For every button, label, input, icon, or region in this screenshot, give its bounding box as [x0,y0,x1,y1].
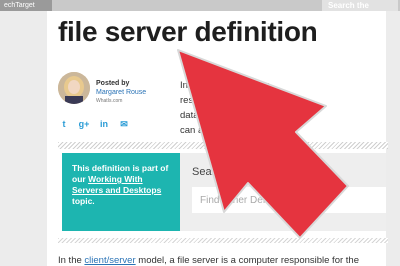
body-line-3: data omputers on the sam [180,110,291,121]
body-bottom-line: In the client/server model, a file serve… [58,255,359,266]
page-title: file server definition [58,16,318,47]
author-site: WhatIs.com [96,98,123,104]
linkedin-icon[interactable]: in [98,118,110,130]
twitter-icon[interactable]: t [58,118,70,130]
posted-by-label: Posted by [96,80,130,87]
top-search-tab[interactable]: Search the [322,0,398,11]
client-server-link[interactable]: client/server [84,255,135,266]
divider-2 [58,238,388,243]
body-line-4: can acce [180,125,219,136]
site-logo[interactable]: echTarget [0,0,52,11]
definition-topic-text: This definition is part of our Working W… [72,163,176,207]
divider [58,142,388,149]
body-line-2: resp age and mana [180,95,262,106]
body-line-1: In , a file server is a c [180,80,270,91]
right-gutter [386,11,400,266]
search-label: Search for another definition: [192,166,334,178]
google-plus-icon[interactable]: g+ [78,118,90,130]
author-avatar [58,72,90,104]
bottom-prefix: In the [58,255,85,266]
bottom-suffix: model, a file server is a computer respo… [135,255,359,266]
author-name-link[interactable]: Margaret Rouse [96,89,146,96]
topic-suffix: topic. [72,196,95,206]
topic-link[interactable]: Working With Servers and Desktops [72,174,161,195]
definition-search-input[interactable] [192,187,386,213]
email-icon[interactable]: ✉ [118,118,130,130]
left-gutter [0,11,47,266]
